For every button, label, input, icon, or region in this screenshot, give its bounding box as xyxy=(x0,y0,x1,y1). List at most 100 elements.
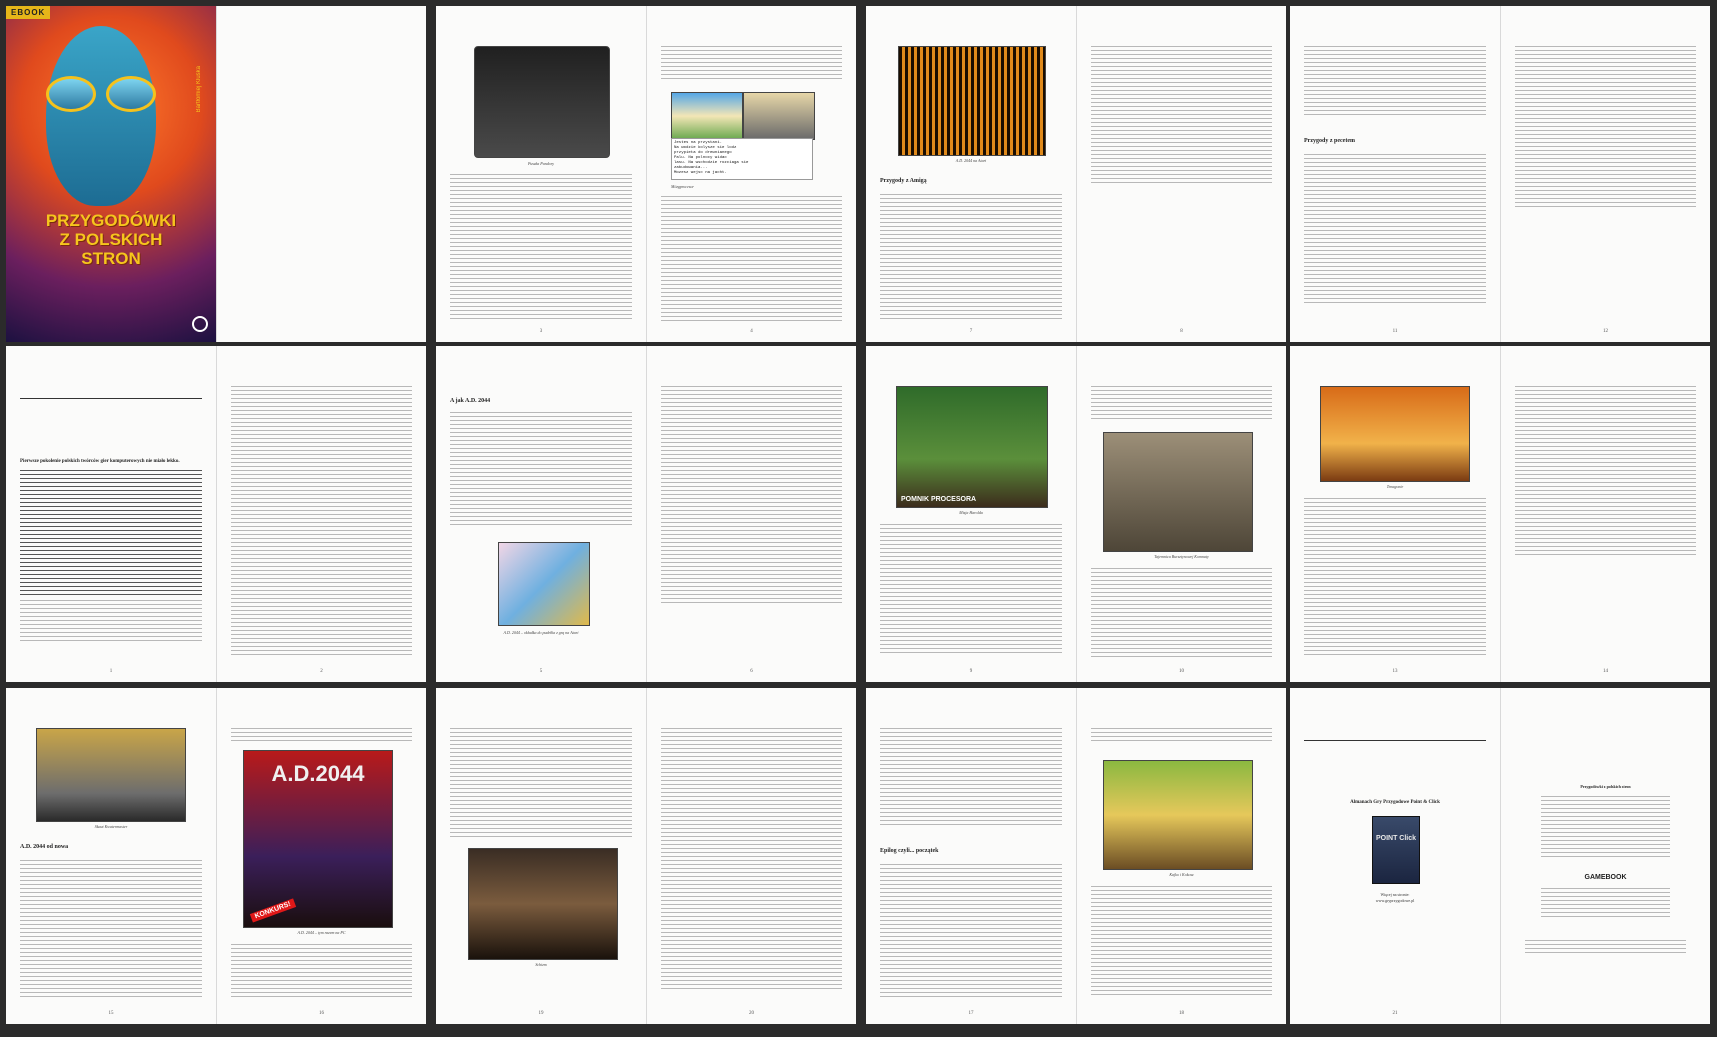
page-number: 18 xyxy=(1179,1011,1184,1016)
publisher-logo: GAMEBOOK xyxy=(1584,874,1627,881)
colophon-title: Przygodówki z polskich stron xyxy=(1580,784,1631,789)
almanach-book-cover[interactable]: POINT Click xyxy=(1372,816,1420,884)
caption: Puszka Pandory xyxy=(527,161,555,166)
screenshot-sea xyxy=(671,92,743,140)
page-number: 15 xyxy=(108,1011,114,1016)
caption: Mózgprocesor xyxy=(671,184,694,189)
body-text xyxy=(880,864,1062,998)
body-text xyxy=(1304,154,1486,306)
spread-pages-7-8[interactable]: A.D. 2044 na Atari Przygody z Amigą 7 8 xyxy=(866,6,1286,342)
page-2[interactable]: 2 xyxy=(216,346,426,682)
body-text xyxy=(880,524,1062,656)
page-17[interactable]: Epilog czyli... początek 17 xyxy=(866,688,1076,1024)
body-text xyxy=(450,728,632,838)
almanach-title: Almanach Gry Przygodowe Point & Click xyxy=(1350,800,1440,805)
spread-pages-17-18[interactable]: Epilog czyli... początek 17 Kajko i Koko… xyxy=(866,688,1286,1024)
spread-page-21[interactable]: Almanach Gry Przygodowe Point & Click PO… xyxy=(1290,688,1710,1024)
page-11[interactable]: Przygody z pecetem 11 xyxy=(1290,6,1500,342)
spread-pages-15-16[interactable]: Skaut Kwatermaster A.D. 2044 od nowa 15 … xyxy=(6,688,426,1024)
page-number: 14 xyxy=(1603,669,1608,674)
page-16[interactable]: A.D.2044 KONKURS! A.D. 2044 – tym razem … xyxy=(216,688,426,1024)
body-text xyxy=(1515,386,1696,556)
body-text xyxy=(1091,886,1272,998)
spread-grid: EBOOK Bartłomiej Kluska PRZYGODÓWKI Z PO… xyxy=(0,0,1717,1037)
screenshot-schizm xyxy=(468,848,618,960)
page-9[interactable]: POMNIK PROCESORA Misja Harolda 9 xyxy=(866,346,1076,682)
screenshot-bursztynowa-komnata xyxy=(1103,432,1253,552)
page-15[interactable]: Skaut Kwatermaster A.D. 2044 od nowa 15 xyxy=(6,688,216,1024)
legal-notice xyxy=(1525,940,1686,956)
section-heading: Przygody z Amigą xyxy=(880,178,927,184)
more-link[interactable]: www.gryprzygodowe.pl xyxy=(1290,898,1500,903)
screenshot-ad2044-atari xyxy=(898,46,1046,156)
page-cover[interactable]: EBOOK Bartłomiej Kluska PRZYGODÓWKI Z PO… xyxy=(6,6,216,342)
section-heading: A.D. 2044 od nowa xyxy=(20,844,69,850)
body-text xyxy=(20,600,202,644)
spread-pages-19-20[interactable]: Schizm 19 20 xyxy=(436,688,856,1024)
page-21[interactable]: Almanach Gry Przygodowe Point & Click PO… xyxy=(1290,688,1500,1024)
screenshot-panel xyxy=(743,92,815,140)
page-number: 3 xyxy=(539,329,543,334)
section-heading: Epilog czyli... początek xyxy=(880,848,939,854)
body-text xyxy=(661,728,842,992)
page-7[interactable]: A.D. 2044 na Atari Przygody z Amigą 7 xyxy=(866,6,1076,342)
page-number: 9 xyxy=(969,669,973,674)
poster-ad2044-pc: A.D.2044 KONKURS! xyxy=(243,750,393,928)
page-13[interactable]: Tenagonie 13 xyxy=(1290,346,1500,682)
caption: Skaut Kwatermaster xyxy=(94,824,128,829)
page-blank[interactable] xyxy=(216,6,426,342)
ebook-badge: EBOOK xyxy=(6,6,51,19)
page-20[interactable]: 20 xyxy=(646,688,856,1024)
body-text xyxy=(661,196,842,322)
page-colophon[interactable]: Przygodówki z polskich stron GAMEBOOK xyxy=(1500,688,1710,1024)
page-19[interactable]: Schizm 19 xyxy=(436,688,646,1024)
caption: Tajemnica Bursztynowej Komnaty xyxy=(1154,554,1209,559)
page-number: 7 xyxy=(969,329,973,334)
cover-author: Bartłomiej Kluska xyxy=(196,66,202,113)
body-text xyxy=(661,386,842,604)
poster-title: A.D.2044 xyxy=(271,761,365,786)
cover-title-line-3: STRON xyxy=(81,249,141,268)
screenshot-tenagonie xyxy=(1320,386,1470,482)
more-label: Więcej na stronie: xyxy=(1380,892,1410,897)
page-number: 2 xyxy=(320,669,323,674)
page-14[interactable]: 14 xyxy=(1500,346,1710,682)
page-1[interactable]: Pierwsze pokolenie polskich twórców gier… xyxy=(6,346,216,682)
spread-pages-11-12[interactable]: Przygody z pecetem 11 12 xyxy=(1290,6,1710,342)
body-text xyxy=(450,412,632,528)
caption: Schizm xyxy=(535,962,547,967)
page-6[interactable]: 6 xyxy=(646,346,856,682)
cover-title: PRZYGODÓWKI Z POLSKICH STRON xyxy=(10,211,212,268)
spread-pages-9-10[interactable]: POMNIK PROCESORA Misja Harolda 9 Tajemni… xyxy=(866,346,1286,682)
colophon-text xyxy=(1541,796,1670,860)
page-10[interactable]: Tajemnica Bursztynowej Komnaty 10 xyxy=(1076,346,1286,682)
cover-title-line-1: PRZYGODÓWKI xyxy=(45,211,177,230)
page-5[interactable]: A jak A.D. 2044 A.D. 2044 – okładka do p… xyxy=(436,346,646,682)
spread-pages-3-4[interactable]: Puszka Pandory 3 Jestes na przystani. Na… xyxy=(436,6,856,342)
page-8[interactable]: 8 xyxy=(1076,6,1286,342)
caption: A.D. 2044 – okładka do pudełka z grą na … xyxy=(503,630,579,635)
screen-line: Mozesz wejsc na jacht. xyxy=(674,171,727,175)
spread-pages-5-6[interactable]: A jak A.D. 2044 A.D. 2044 – okładka do p… xyxy=(436,346,856,682)
body-text xyxy=(1515,46,1696,210)
spread-cover[interactable]: EBOOK Bartłomiej Kluska PRZYGODÓWKI Z PO… xyxy=(6,6,426,342)
caption: A.D. 2044 – tym razem na PC xyxy=(297,930,346,935)
screenshot-misja-harolda: POMNIK PROCESORA xyxy=(896,386,1048,508)
page-3[interactable]: Puszka Pandory 3 xyxy=(436,6,646,342)
page-number: 1 xyxy=(109,669,113,674)
body-text xyxy=(661,46,842,82)
page-number: 13 xyxy=(1392,669,1398,674)
caption: A.D. 2044 na Atari xyxy=(955,158,987,163)
page-number: 8 xyxy=(1180,329,1183,334)
body-text xyxy=(880,728,1062,828)
page-18[interactable]: Kajko i Kokosz 18 xyxy=(1076,688,1286,1024)
publisher-address xyxy=(1541,888,1670,918)
spread-pages-13-14[interactable]: Tenagonie 13 14 xyxy=(1290,346,1710,682)
spread-pages-1-2[interactable]: Pierwsze pokolenie polskich twórców gier… xyxy=(6,346,426,682)
page-12[interactable]: 12 xyxy=(1500,6,1710,342)
page-4[interactable]: Jestes na przystani. Na wodzie kolysze s… xyxy=(646,6,856,342)
body-text xyxy=(231,386,412,656)
body-text xyxy=(231,728,412,742)
poster-banner: KONKURS! xyxy=(249,898,296,923)
caption: Tenagonie xyxy=(1386,484,1404,489)
